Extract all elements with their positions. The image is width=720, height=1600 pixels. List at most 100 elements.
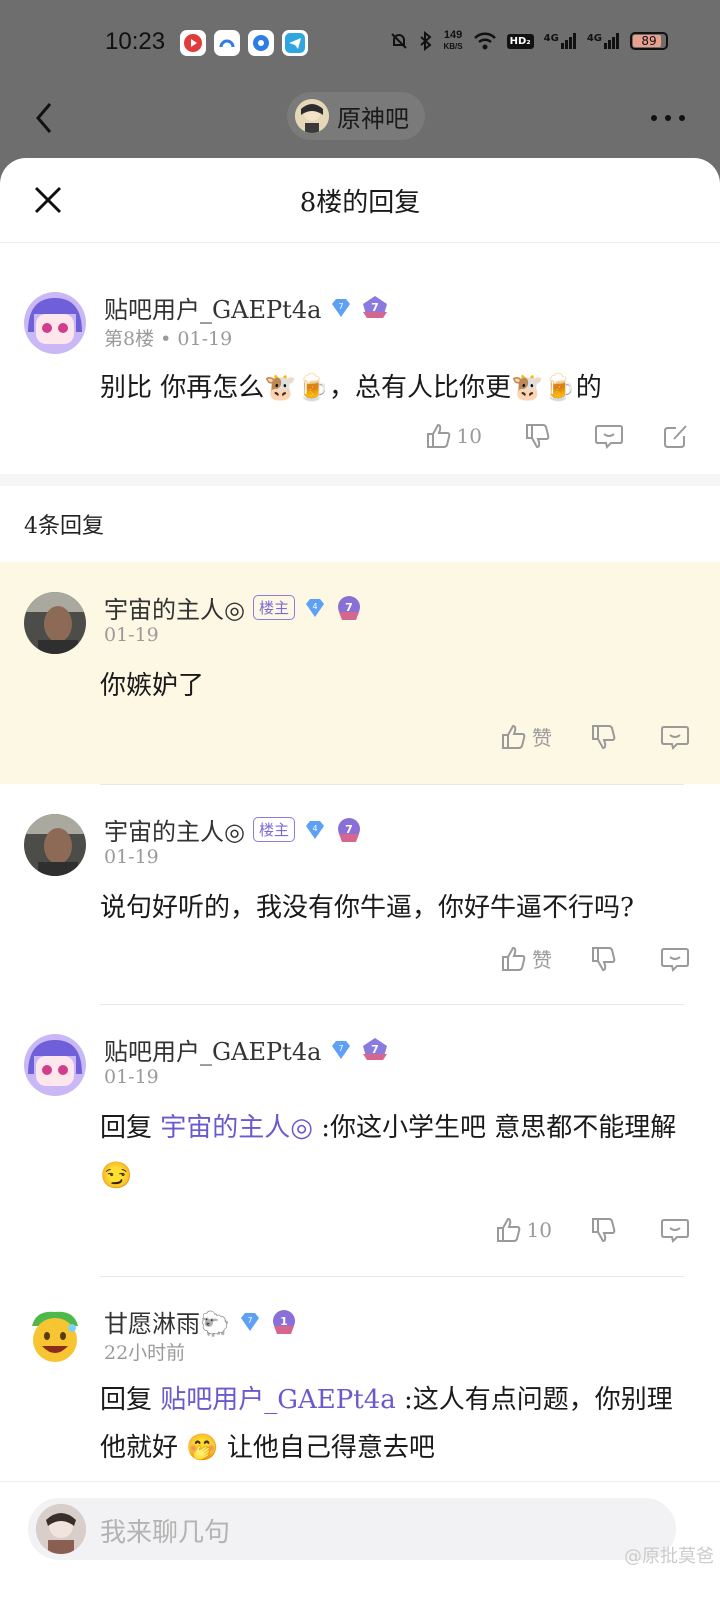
- level-badge-icon: 1: [272, 1309, 295, 1334]
- wifi-icon: [473, 32, 496, 50]
- floor-number: 第8楼: [104, 328, 155, 350]
- sheet-header: 8楼的回复: [0, 158, 720, 243]
- main-post: 贴吧用户_GAEPt4a 7 7 第8楼 • 01-19 别比 你再怎么🐮🍺，总…: [0, 242, 720, 474]
- reply-actions: 10: [495, 1216, 690, 1244]
- comment-bubble-icon: [661, 725, 689, 750]
- signal-2: 4G: [587, 33, 620, 49]
- red-video-app-icon: [180, 30, 206, 56]
- watermark: @原批莫爸: [624, 1546, 714, 1567]
- like-count: 10: [456, 424, 482, 448]
- blue-cloud-app-icon: [214, 30, 240, 56]
- section-divider: [0, 474, 720, 486]
- dislike-button[interactable]: [590, 945, 618, 973]
- signal-1: 4G: [544, 33, 577, 49]
- reply-count: 4条回复: [24, 514, 104, 539]
- diamond-badge-level: 4: [312, 602, 317, 611]
- edit-button[interactable]: [662, 422, 690, 450]
- level-badge-icon: 7: [337, 817, 360, 842]
- level-badge-icon: 7: [363, 1037, 388, 1060]
- like-button[interactable]: 赞: [500, 722, 552, 751]
- post-meta: 第8楼 • 01-19: [104, 324, 232, 351]
- blue-circle-app-icon: [248, 30, 274, 56]
- avatar[interactable]: [24, 592, 86, 654]
- divider: [100, 784, 684, 785]
- reply-text: 说句好听的，我没有你牛逼，你好牛逼不行吗?: [100, 893, 634, 923]
- signal-bars-icon: [560, 33, 576, 49]
- post-text: 别比 你再怎么🐮🍺，总有人比你更🐮🍺的: [100, 373, 602, 403]
- username-row: 贴吧用户_GAEPt4a 7 7: [104, 290, 389, 325]
- telegram-icon: [282, 30, 308, 56]
- network-speed-unit: KB/S: [443, 42, 463, 51]
- my-avatar: [36, 1504, 86, 1554]
- reply-date: 01-19: [104, 1066, 159, 1088]
- comment-bubble-icon: [595, 425, 623, 449]
- post-date: 01-19: [177, 328, 233, 350]
- reply-button[interactable]: [660, 1216, 690, 1244]
- reply-item: 宇宙的主人◎ 楼主 4 7 01-19 说句好听的，我没有你牛逼，你好牛逼不行吗…: [0, 784, 720, 1004]
- avatar[interactable]: [24, 1034, 86, 1096]
- reply-item: 宇宙的主人◎ 楼主 4 7 01-19 你嫉妒了 赞: [0, 562, 720, 784]
- reply-date: 22小时前: [104, 1342, 186, 1364]
- post-actions: 10: [425, 422, 690, 450]
- reply-actions: 赞: [500, 944, 690, 973]
- more-button[interactable]: [646, 98, 690, 138]
- diamond-badge-icon: 7: [240, 1312, 259, 1331]
- mention-link[interactable]: 贴吧用户_GAEPt4a: [160, 1385, 396, 1415]
- dislike-button[interactable]: [524, 422, 552, 450]
- mention-link[interactable]: 宇宙的主人◎: [160, 1113, 313, 1143]
- divider: [100, 1004, 684, 1005]
- level-badge-icon: 7: [337, 595, 360, 620]
- diamond-badge-level: 4: [312, 824, 317, 833]
- thumbs-down-icon: [526, 424, 550, 449]
- like-button[interactable]: 10: [425, 422, 482, 450]
- dislike-button[interactable]: [590, 1216, 618, 1244]
- like-button[interactable]: 赞: [500, 944, 552, 973]
- reply-item: 贴吧用户_GAEPt4a 7 7 01-19 回复 宇宙的主人◎ :你这小学生吧…: [0, 1004, 720, 1276]
- username[interactable]: 宇宙的主人◎: [104, 590, 245, 625]
- level-badge-level: 1: [280, 1315, 288, 1328]
- username-row: 贴吧用户_GAEPt4a 7 7: [104, 1032, 389, 1067]
- username[interactable]: 甘愿淋雨🐑: [104, 1304, 230, 1339]
- like-count: 10: [526, 1218, 552, 1242]
- reply-date: 01-19: [104, 846, 159, 868]
- back-button[interactable]: [28, 96, 68, 140]
- forum-avatar: [295, 99, 329, 133]
- reply-button[interactable]: [594, 422, 624, 450]
- reply-date: 01-19: [104, 624, 159, 646]
- comment-input[interactable]: 我来聊几句: [28, 1498, 676, 1560]
- thumbs-up-icon: [426, 423, 450, 448]
- username-row: 宇宙的主人◎ 楼主 4 7: [104, 812, 363, 847]
- reply-actions: 赞: [500, 722, 690, 751]
- like-button[interactable]: 10: [495, 1216, 552, 1244]
- diamond-badge-level: 7: [339, 302, 344, 311]
- chevron-left-icon: [36, 103, 52, 133]
- network-type-1: 4G: [543, 33, 559, 44]
- username[interactable]: 宇宙的主人◎: [104, 812, 245, 847]
- forum-chip[interactable]: 原神吧: [287, 92, 425, 140]
- reply-prefix: 回复: [100, 1113, 161, 1143]
- reply-button[interactable]: [660, 945, 690, 973]
- network-type-2: 4G: [586, 33, 602, 44]
- input-placeholder: 我来聊几句: [100, 1518, 231, 1548]
- owner-tag: 楼主: [252, 595, 295, 620]
- signal-bars-icon: [604, 33, 619, 49]
- comment-bubble-icon: [661, 947, 689, 972]
- username[interactable]: 贴吧用户_GAEPt4a: [104, 290, 321, 325]
- reply-text: 回复 宇宙的主人◎ :你这小学生吧 意思都不能理解 😏: [100, 1104, 684, 1200]
- reply-text: 回复 贴吧用户_GAEPt4a :这人有点问题，你别理他就好 🤭 让他自己得意去…: [100, 1376, 684, 1472]
- username[interactable]: 贴吧用户_GAEPt4a: [104, 1032, 321, 1067]
- like-label: 赞: [532, 948, 552, 972]
- reply-button[interactable]: [660, 723, 690, 751]
- diamond-badge-icon: 7: [332, 298, 351, 317]
- battery-level: 89: [641, 34, 657, 48]
- avatar[interactable]: [24, 814, 86, 876]
- thumbs-down-icon: [592, 724, 616, 749]
- avatar[interactable]: [24, 1306, 86, 1368]
- comment-input-bar: 我来聊几句 @原批莫爸: [0, 1481, 720, 1600]
- diamond-badge-level: 7: [339, 1044, 344, 1053]
- svg-text:7: 7: [372, 1043, 380, 1056]
- more-dots-icon: [651, 115, 685, 121]
- avatar[interactable]: [24, 292, 86, 354]
- meta-separator: •: [160, 328, 178, 350]
- dislike-button[interactable]: [590, 723, 618, 751]
